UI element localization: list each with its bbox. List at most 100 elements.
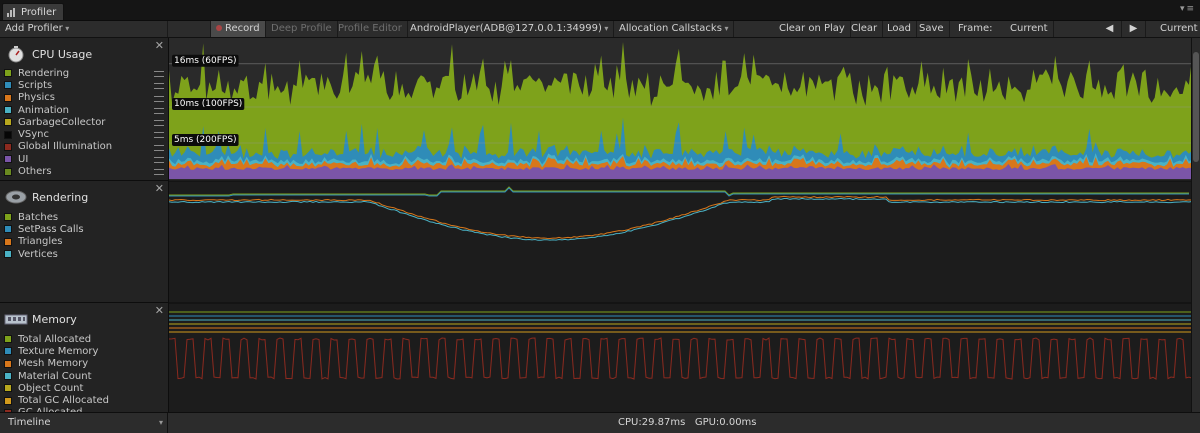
legend-item[interactable]: Texture Memory	[4, 345, 109, 357]
legend-label: Texture Memory	[18, 345, 99, 357]
legend-color-swatch	[4, 118, 12, 127]
legend-color-swatch	[4, 335, 12, 344]
window-menu-icon[interactable]: ▾≡	[1180, 4, 1196, 14]
deep-profile-button[interactable]: Deep Profile	[266, 21, 338, 37]
legend-color-swatch	[4, 167, 12, 176]
clear-button[interactable]: Clear	[846, 21, 884, 37]
allocation-callstacks-dropdown[interactable]: Allocation Callstacks	[614, 21, 735, 37]
next-frame-button[interactable]: ▶	[1122, 21, 1146, 37]
close-cpu-icon[interactable]: ✕	[155, 39, 164, 52]
legend-item[interactable]: Animation	[4, 104, 112, 116]
legend-label: Batches	[18, 211, 59, 223]
legend-color-swatch	[4, 372, 12, 381]
legend-item[interactable]: SetPass Calls	[4, 223, 84, 235]
save-button[interactable]: Save	[914, 21, 950, 37]
legend-label: Triangles	[18, 236, 63, 248]
drag-handle-icon[interactable]	[154, 79, 164, 91]
legend-color-swatch	[4, 237, 12, 246]
legend-item[interactable]: UI	[4, 153, 112, 165]
close-rendering-icon[interactable]: ✕	[155, 182, 164, 195]
drag-handle-icon[interactable]	[154, 153, 164, 165]
view-mode-label: Timeline	[8, 417, 51, 428]
cpu-legend: Rendering Scripts Physics Animation GarbageC…	[4, 67, 112, 178]
load-button[interactable]: Load	[882, 21, 917, 37]
legend-color-swatch	[4, 130, 12, 139]
legend-color-swatch	[4, 359, 12, 368]
legend-item[interactable]: VSync	[4, 128, 112, 140]
legend-color-swatch	[4, 142, 12, 151]
legend-item[interactable]: Others	[4, 165, 112, 177]
scrollbar-thumb[interactable]	[1193, 52, 1199, 162]
drag-handle-icon[interactable]	[154, 116, 164, 128]
save-label: Save	[919, 23, 944, 34]
legend-label: Mesh Memory	[18, 358, 89, 370]
legend-label: Rendering	[18, 67, 70, 79]
profiler-tab[interactable]: Profiler	[2, 3, 64, 20]
legend-item[interactable]: Material Count	[4, 370, 109, 382]
profiler-charts[interactable]: 16ms (60FPS) 10ms (100FPS) 5ms (200FPS)	[169, 38, 1192, 412]
drag-handle-icon[interactable]	[154, 67, 164, 79]
legend-item[interactable]: Triangles	[4, 236, 84, 248]
drag-handle-icon[interactable]	[154, 128, 164, 140]
drag-handle-icon[interactable]	[154, 92, 164, 104]
legend-label: Global Illumination	[18, 141, 113, 153]
legend-item[interactable]: Total GC Allocated	[4, 394, 109, 406]
cpu-usage-section[interactable]: CPU Usage ✕ Rendering Scripts Physics Anima…	[0, 38, 168, 181]
memory-title: Memory	[32, 312, 77, 326]
legend-color-swatch	[4, 225, 12, 234]
legend-item[interactable]: Batches	[4, 211, 84, 223]
profiler-toolbar: Add Profiler Record Deep Profile Profile…	[0, 21, 1200, 38]
arrow-left-icon: ◀	[1105, 23, 1114, 34]
profiler-icon	[7, 7, 15, 17]
profile-editor-button[interactable]: Profile Editor	[333, 21, 408, 37]
fps-marker-label: 16ms (60FPS)	[174, 56, 237, 66]
drag-handle-icon[interactable]	[154, 104, 164, 116]
cpu-legend-handles	[154, 67, 164, 178]
legend-item[interactable]: Rendering	[4, 67, 112, 79]
legend-item[interactable]: Global Illumination	[4, 141, 112, 153]
legend-item[interactable]: Object Count	[4, 382, 109, 394]
target-player-dropdown[interactable]: AndroidPlayer(ADB@127.0.0.1:34999)	[405, 21, 615, 37]
legend-item[interactable]: GarbageCollector	[4, 116, 112, 128]
legend-label: Vertices	[18, 248, 58, 260]
legend-label: Material Count	[18, 370, 92, 382]
deep-profile-label: Deep Profile	[271, 23, 332, 34]
legend-item[interactable]: Total Allocated	[4, 333, 109, 345]
memory-legend: Total Allocated Texture Memory Mesh Memory…	[4, 333, 109, 412]
current-frame-button[interactable]: Current	[1155, 21, 1200, 37]
legend-item[interactable]: Mesh Memory	[4, 358, 109, 370]
memory-section[interactable]: Memory ✕ Total Allocated Texture Memory Me…	[0, 303, 168, 412]
profiler-module-list: CPU Usage ✕ Rendering Scripts Physics Anima…	[0, 38, 169, 412]
add-profiler-dropdown[interactable]: Add Profiler	[0, 21, 168, 37]
cpu-usage-header: CPU Usage	[4, 44, 92, 64]
details-bar: Timeline CPU:29.87ms GPU:0.00ms	[0, 412, 1200, 433]
rendering-section[interactable]: Rendering ✕ Batches SetPass Calls Triangle…	[0, 181, 168, 303]
rendering-legend: Batches SetPass Calls Triangles Vertices	[4, 211, 84, 260]
view-mode-dropdown[interactable]: Timeline	[0, 413, 168, 433]
profile-editor-label: Profile Editor	[338, 23, 402, 34]
legend-label: Total GC Allocated	[18, 395, 110, 407]
rendering-chart-background	[169, 181, 1192, 303]
drag-handle-icon[interactable]	[154, 165, 164, 177]
record-button[interactable]: Record	[210, 21, 266, 37]
vertical-scrollbar[interactable]	[1191, 38, 1200, 412]
clear-on-play-label: Clear on Play	[779, 23, 845, 34]
prev-frame-button[interactable]: ◀	[1098, 21, 1122, 37]
memory-chip-icon	[4, 314, 28, 325]
legend-label: SetPass Calls	[18, 223, 84, 235]
legend-color-swatch	[4, 213, 12, 222]
legend-item[interactable]: Physics	[4, 92, 112, 104]
tab-title: Profiler	[21, 6, 57, 18]
legend-item[interactable]: Vertices	[4, 248, 84, 260]
drag-handle-icon[interactable]	[154, 141, 164, 153]
close-memory-icon[interactable]: ✕	[155, 304, 164, 317]
legend-label: GarbageCollector	[18, 116, 106, 128]
clear-label: Clear	[851, 23, 878, 34]
cpu-time: CPU:29.87ms	[618, 417, 686, 428]
legend-item[interactable]: Scripts	[4, 79, 112, 91]
stopwatch-icon	[8, 46, 24, 63]
legend-label: Object Count	[18, 382, 84, 394]
target-player-label: AndroidPlayer(ADB@127.0.0.1:34999)	[410, 23, 602, 34]
clear-on-play-button[interactable]: Clear on Play	[774, 21, 851, 37]
fps-marker-label: 5ms (200FPS)	[174, 135, 237, 145]
